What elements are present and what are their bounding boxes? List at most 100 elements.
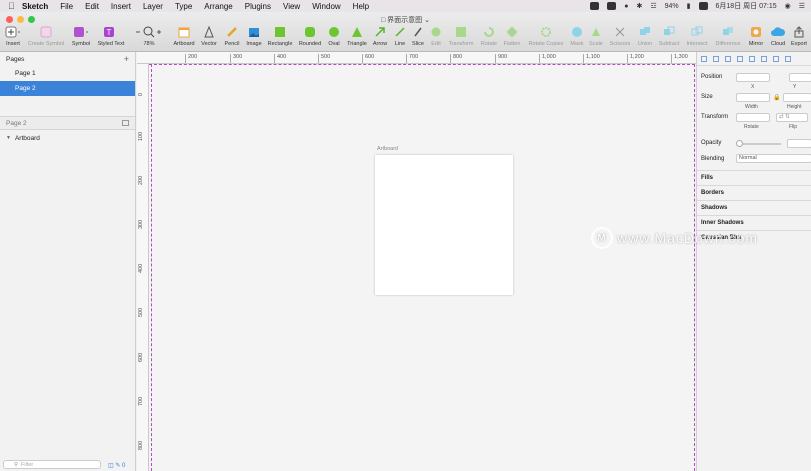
chevron-down-icon: ⌄ — [424, 17, 430, 24]
opacity-label: Opacity — [701, 140, 722, 146]
menu-file[interactable]: File — [60, 2, 73, 11]
watermark-text: www.MacDown.com — [617, 230, 759, 246]
menu-window[interactable]: Window — [312, 2, 340, 11]
menu-view[interactable]: View — [283, 2, 300, 11]
create-symbol-button[interactable]: Create Symbol — [28, 26, 64, 47]
align-middle-icon[interactable] — [749, 55, 755, 62]
vertical-ruler[interactable]: 0 100 200 300 400 500 600 700 800 — [137, 64, 149, 471]
difference-button[interactable]: Difference — [713, 26, 743, 47]
size-label: Size — [701, 94, 713, 100]
opacity-slider-knob[interactable] — [736, 140, 743, 147]
symbol-button[interactable]: Symbol — [66, 26, 96, 47]
align-bottom-icon[interactable] — [761, 55, 767, 62]
menu-sketch[interactable]: Sketch — [22, 2, 48, 11]
bluetooth-icon[interactable]: ✱ — [636, 2, 642, 10]
shadows-section[interactable]: Shadows — [697, 200, 811, 215]
artboard-guide-top — [149, 64, 695, 65]
distribute-horizontal-icon[interactable] — [773, 55, 779, 62]
width-input[interactable] — [736, 93, 770, 102]
horizontal-ruler[interactable]: 200 300 400 500 600 700 800 900 1,000 1,… — [137, 52, 696, 64]
filter-placeholder: Filter — [21, 461, 34, 468]
subtract-button[interactable]: Subtract — [654, 26, 684, 47]
ruler-tick: 800 — [138, 440, 144, 450]
intersect-button[interactable]: Intersect — [682, 26, 712, 47]
menu-help[interactable]: Help — [353, 2, 369, 11]
export-slice-icon[interactable]: ◫ — [108, 463, 114, 469]
distribute-vertical-icon[interactable] — [785, 55, 791, 62]
status-app-icon[interactable] — [607, 2, 617, 10]
pencil-icon — [226, 26, 238, 38]
blending-label: Blending — [701, 156, 725, 162]
inspector-panel: Position X Y Size 🔒 Width Height Transfo… — [696, 52, 811, 471]
battery-icon[interactable]: ▮ — [687, 2, 691, 10]
rotate-copies-button[interactable]: Rotate Copies — [529, 26, 563, 47]
menu-arrange[interactable]: Arrange — [204, 2, 232, 11]
styled-text-button[interactable]: T Styled Text — [96, 26, 126, 47]
transform-button[interactable]: Transform — [446, 26, 476, 47]
flip-buttons[interactable]: ⇄ ⇅ — [776, 113, 808, 122]
notification-center-icon[interactable]: ☰ — [799, 2, 805, 10]
rectangle-button[interactable]: Rectangle — [265, 26, 295, 47]
opacity-input[interactable] — [787, 139, 811, 148]
flatten-icon — [506, 26, 518, 38]
menu-layer[interactable]: Layer — [143, 2, 163, 11]
scissors-icon — [614, 26, 626, 38]
menu-plugins[interactable]: Plugins — [245, 2, 271, 11]
styled-text-icon: T — [103, 26, 119, 38]
ruler-tick: 900 — [495, 54, 507, 63]
artboard-title[interactable]: Artboard — [377, 146, 398, 152]
window-title[interactable]: □ 界面示意图 ⌄ — [0, 15, 811, 25]
lock-ratio-icon[interactable]: 🔒 — [773, 94, 780, 101]
layer-filter-input[interactable]: ⚲ Filter — [3, 460, 101, 469]
battery-percent: 94% — [664, 2, 679, 10]
siri-icon[interactable]: ◉ — [785, 2, 791, 10]
height-input[interactable] — [783, 93, 811, 102]
layer-bottom-tools: ◫ ✎ 0 — [108, 462, 125, 469]
intersect-icon — [691, 26, 703, 38]
input-source-icon[interactable] — [698, 2, 708, 10]
wifi-icon[interactable]: ☲ — [650, 2, 656, 10]
artboard[interactable] — [375, 155, 513, 295]
zoom-control[interactable]: 78% — [134, 26, 164, 47]
align-top-icon[interactable] — [737, 55, 743, 62]
menu-type[interactable]: Type — [175, 2, 192, 11]
rotate-icon — [483, 26, 495, 38]
export-button[interactable]: Export — [784, 26, 811, 47]
opacity-slider[interactable] — [736, 140, 781, 147]
layer-item-artboard[interactable]: ▼ Artboard — [0, 131, 135, 145]
edit-pen-icon[interactable]: ✎ — [115, 463, 120, 469]
wechat-icon[interactable]: ● — [624, 3, 628, 10]
datetime[interactable]: 6月18日 周日 07:15 — [716, 1, 777, 11]
flip-caption: Flip — [789, 124, 798, 130]
align-center-icon[interactable] — [713, 55, 719, 62]
menu-edit[interactable]: Edit — [85, 2, 99, 11]
status-app-icon[interactable] — [590, 2, 600, 10]
pages-header: Pages + — [0, 52, 135, 66]
position-label: Position — [701, 74, 723, 80]
page-item-selected[interactable]: Page 2 — [0, 81, 135, 96]
scale-icon — [590, 26, 602, 38]
watermark: M www.MacDown.com — [591, 227, 758, 249]
apple-icon[interactable]:  — [8, 1, 22, 11]
ruler-tick: 0 — [138, 92, 144, 96]
align-left-icon[interactable] — [701, 55, 707, 62]
create-symbol-icon — [40, 26, 52, 38]
menu-insert[interactable]: Insert — [111, 2, 131, 11]
flatten-button[interactable]: Flatten — [497, 26, 527, 47]
position-y-input[interactable] — [789, 73, 811, 82]
current-page-header[interactable]: Page 2 — [0, 116, 135, 130]
fills-section[interactable]: Fills — [697, 170, 811, 185]
position-x-input[interactable] — [736, 73, 770, 82]
align-right-icon[interactable] — [725, 55, 731, 62]
borders-section[interactable]: Borders — [697, 185, 811, 200]
disclosure-triangle-icon[interactable]: ▼ — [6, 135, 11, 141]
insert-button[interactable]: Insert — [0, 26, 28, 47]
rotate-input[interactable] — [736, 113, 770, 122]
x-caption: X — [751, 84, 755, 90]
add-page-icon[interactable]: + — [124, 54, 129, 64]
collapse-pages-icon[interactable] — [122, 120, 129, 126]
transform-label: Transform — [701, 114, 729, 120]
page-item[interactable]: Page 1 — [0, 66, 135, 81]
blending-select[interactable]: Normal — [736, 154, 811, 163]
document-icon: □ — [380, 17, 386, 24]
